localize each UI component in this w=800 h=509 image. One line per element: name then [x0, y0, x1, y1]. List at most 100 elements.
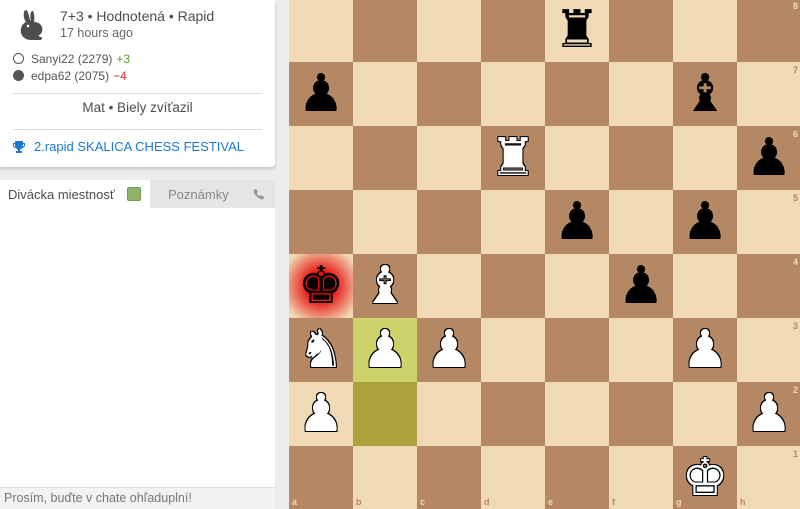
square-e4[interactable] [545, 254, 609, 318]
square-e7[interactable] [545, 62, 609, 126]
black-bishop-icon[interactable]: ♝ [682, 68, 729, 120]
file-label: h [740, 497, 746, 507]
square-a2[interactable]: ♟ [289, 382, 353, 446]
square-h5[interactable]: 5 [737, 190, 800, 254]
square-h8[interactable]: 8 [737, 0, 800, 62]
square-e2[interactable] [545, 382, 609, 446]
square-d7[interactable] [481, 62, 545, 126]
black-king-icon[interactable]: ♚ [298, 260, 345, 312]
square-a6[interactable] [289, 126, 353, 190]
black-pawn-icon[interactable]: ♟ [746, 132, 793, 184]
white-player-icon [13, 53, 24, 64]
game-info-card: 7+3 • Hodnotená • Rapid 17 hours ago San… [0, 0, 275, 167]
white-knight-icon[interactable]: ♞ [298, 324, 345, 376]
square-a5[interactable] [289, 190, 353, 254]
white-pawn-icon[interactable]: ♟ [746, 388, 793, 440]
square-h1[interactable]: 1h [737, 446, 800, 509]
square-f6[interactable] [609, 126, 673, 190]
square-c6[interactable] [417, 126, 481, 190]
chat-tabs: Divácka miestnosť Poznámky [0, 180, 275, 208]
white-bishop-icon[interactable]: ♝ [362, 260, 409, 312]
square-b7[interactable] [353, 62, 417, 126]
square-d2[interactable] [481, 382, 545, 446]
square-c3[interactable]: ♟ [417, 318, 481, 382]
square-f7[interactable] [609, 62, 673, 126]
square-c4[interactable] [417, 254, 481, 318]
square-c5[interactable] [417, 190, 481, 254]
black-pawn-icon[interactable]: ♟ [618, 260, 665, 312]
square-g6[interactable] [673, 126, 737, 190]
black-pawn-icon[interactable]: ♟ [682, 196, 729, 248]
square-g4[interactable] [673, 254, 737, 318]
white-pawn-icon[interactable]: ♟ [362, 324, 409, 376]
square-h6[interactable]: ♟ 6 [737, 126, 800, 190]
square-d8[interactable] [481, 0, 545, 62]
square-e5[interactable]: ♟ [545, 190, 609, 254]
square-b6[interactable] [353, 126, 417, 190]
black-pawn-icon[interactable]: ♟ [554, 196, 601, 248]
square-d3[interactable] [481, 318, 545, 382]
chat-toggle-checkbox[interactable] [127, 187, 141, 201]
square-a1[interactable]: a [289, 446, 353, 509]
square-h3[interactable]: 3 [737, 318, 800, 382]
square-c1[interactable]: c [417, 446, 481, 509]
square-e6[interactable] [545, 126, 609, 190]
square-f8[interactable] [609, 0, 673, 62]
square-b1[interactable]: b [353, 446, 417, 509]
square-b5[interactable] [353, 190, 417, 254]
file-label: c [420, 497, 426, 507]
white-pawn-icon[interactable]: ♟ [426, 324, 473, 376]
white-king-icon[interactable]: ♚ [682, 452, 729, 504]
square-d6[interactable]: ♜ [481, 126, 545, 190]
player-white-name[interactable]: Sanyi22 (2279) [31, 52, 112, 66]
game-header: 7+3 • Hodnotená • Rapid 17 hours ago [16, 8, 214, 42]
players-list: Sanyi22 (2279) +3 edpa62 (2075) −4 [13, 50, 130, 84]
square-g7[interactable]: ♝ [673, 62, 737, 126]
black-pawn-icon[interactable]: ♟ [298, 68, 345, 120]
square-h4[interactable]: 4 [737, 254, 800, 318]
square-f1[interactable]: f [609, 446, 673, 509]
tournament-link[interactable]: 2.rapid SKALICA CHESS FESTIVAL [12, 139, 244, 154]
square-d4[interactable] [481, 254, 545, 318]
square-g2[interactable] [673, 382, 737, 446]
square-b8[interactable] [353, 0, 417, 62]
square-g1[interactable]: ♚ g [673, 446, 737, 509]
chat-input[interactable]: Prosím, buďte v chate ohľaduplní! [0, 487, 275, 509]
chat-messages-area [0, 208, 275, 487]
phone-icon[interactable] [251, 186, 267, 202]
square-h7[interactable]: 7 [737, 62, 800, 126]
square-g5[interactable]: ♟ [673, 190, 737, 254]
square-b2[interactable] [353, 382, 417, 446]
square-d1[interactable]: d [481, 446, 545, 509]
square-a4[interactable]: ♚ [289, 254, 353, 318]
player-black-rating-diff: −4 [113, 68, 127, 83]
square-d5[interactable] [481, 190, 545, 254]
white-pawn-icon[interactable]: ♟ [298, 388, 345, 440]
square-f4[interactable]: ♟ [609, 254, 673, 318]
square-a8[interactable] [289, 0, 353, 62]
square-f5[interactable] [609, 190, 673, 254]
white-rook-icon[interactable]: ♜ [490, 132, 537, 184]
black-rook-icon[interactable]: ♜ [554, 4, 601, 56]
player-black-name[interactable]: edpa62 (2075) [31, 69, 109, 83]
square-e3[interactable] [545, 318, 609, 382]
square-h2[interactable]: ♟ 2 [737, 382, 800, 446]
chess-board[interactable]: ♜ 8 ♟ ♝ 7 ♜ ♟ 6 ♟ ♟ 5 ♚ ♝ ♟ 4 ♞ ♟ ♟ ♟ 3 ♟ ♟ 2 a b c d e f ♚ g 1 h [289, 0, 800, 509]
square-g8[interactable] [673, 0, 737, 62]
tab-spectator-room[interactable]: Divácka miestnosť [0, 180, 150, 208]
square-f2[interactable] [609, 382, 673, 446]
square-a3[interactable]: ♞ [289, 318, 353, 382]
square-a7[interactable]: ♟ [289, 62, 353, 126]
tab-notes[interactable]: Poznámky [150, 180, 275, 208]
square-b4[interactable]: ♝ [353, 254, 417, 318]
square-g3[interactable]: ♟ [673, 318, 737, 382]
square-c2[interactable] [417, 382, 481, 446]
tab-notes-label: Poznámky [168, 186, 229, 202]
square-b3[interactable]: ♟ [353, 318, 417, 382]
square-c7[interactable] [417, 62, 481, 126]
square-e1[interactable]: e [545, 446, 609, 509]
square-e8[interactable]: ♜ [545, 0, 609, 62]
square-c8[interactable] [417, 0, 481, 62]
square-f3[interactable] [609, 318, 673, 382]
white-pawn-icon[interactable]: ♟ [682, 324, 729, 376]
